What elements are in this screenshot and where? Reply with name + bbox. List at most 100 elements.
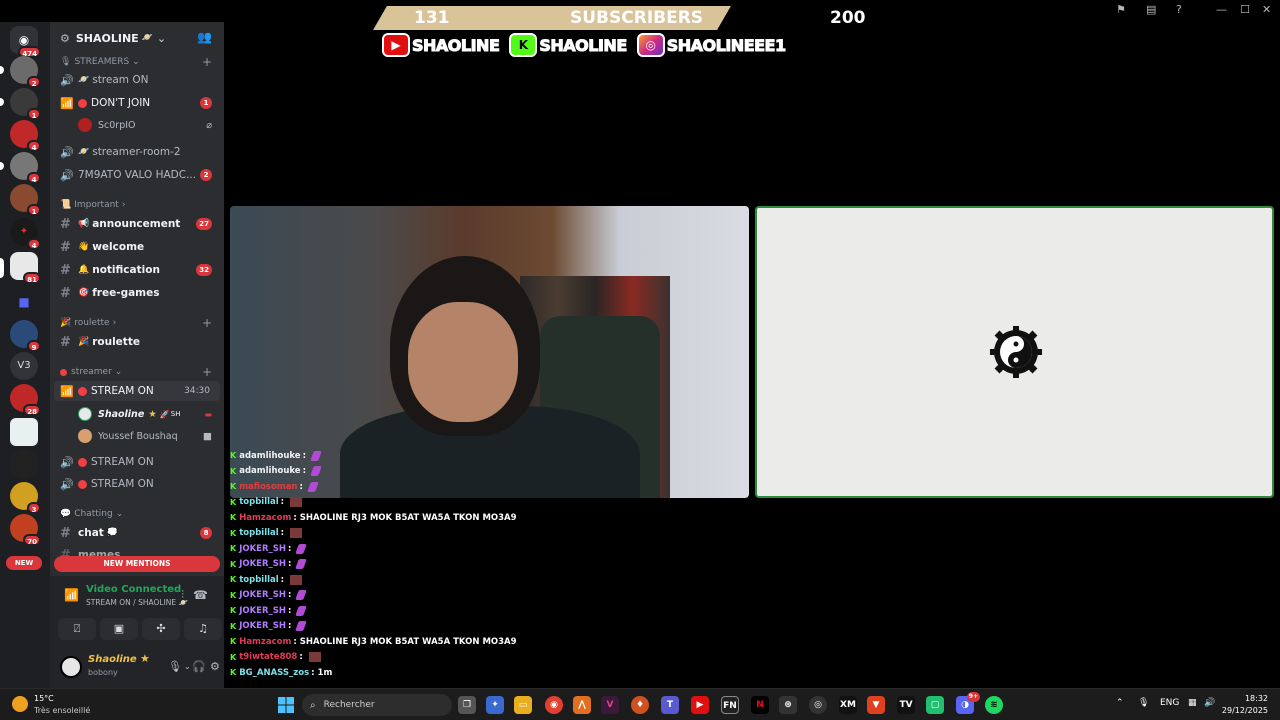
- text-channel-free-games[interactable]: # 🎯 free-games: [50, 283, 224, 303]
- app-icon-orange[interactable]: ⋀: [573, 696, 591, 714]
- minimize-icon[interactable]: —: [1216, 3, 1227, 16]
- server-badge: 9: [27, 340, 41, 352]
- text-channel-notification[interactable]: # 🔔 notification 32: [50, 260, 224, 280]
- discord-taskbar-icon[interactable]: ◑ 9+: [956, 692, 980, 714]
- server-icon-12[interactable]: 70: [10, 514, 41, 546]
- category-roulette[interactable]: 🎉 roulette › +: [50, 313, 224, 333]
- category-streamer[interactable]: streamer ⌄ +: [50, 362, 224, 382]
- server-icon-5[interactable]: 1: [10, 184, 41, 216]
- camera-toggle-button[interactable]: ⍁: [58, 618, 96, 640]
- noise-suppression-icon[interactable]: ⫶: [181, 588, 184, 602]
- server-icon-10[interactable]: [10, 450, 38, 478]
- screen-share-tile[interactable]: [755, 206, 1274, 498]
- server-v3[interactable]: V3: [10, 352, 38, 380]
- category-streamers[interactable]: 🎙 STREAMERS ⌄ +: [50, 52, 224, 72]
- text-channel-announcement[interactable]: # 📢 announcement 27: [50, 214, 224, 234]
- weather-desc[interactable]: Très ensoleillé: [34, 706, 90, 715]
- folder-icon[interactable]: ■: [10, 288, 38, 316]
- server-icon-7[interactable]: 9: [10, 320, 41, 352]
- voice-channel-stream-on[interactable]: 🔊 🪐 stream ON: [50, 70, 224, 90]
- weather-sun-icon[interactable]: [12, 696, 28, 712]
- voice-channel-stream-on-2[interactable]: 🔊 STREAM ON: [50, 452, 224, 472]
- server-icon-shaoline[interactable]: 81: [10, 252, 41, 284]
- server-header[interactable]: ⚙ SHAOLINE 🪐 ⌄ 👥: [50, 22, 224, 54]
- add-channel-icon[interactable]: +: [202, 365, 212, 379]
- chat-message: K JOKER_SH:: [230, 619, 308, 634]
- voice-channel-stream-on-3[interactable]: 🔊 STREAM ON: [50, 474, 224, 494]
- server-icon-8[interactable]: 28: [10, 384, 41, 416]
- premiere-icon[interactable]: V: [601, 696, 619, 714]
- voice-location[interactable]: STREAM ON / SHAOLINE 🪐: [86, 598, 188, 607]
- add-channel-icon[interactable]: +: [202, 55, 212, 69]
- spotify-icon[interactable]: ≋: [985, 696, 1003, 714]
- new-mentions-bar[interactable]: NEW MENTIONS: [54, 556, 220, 572]
- text-channel-chat[interactable]: # chat 💭 8: [50, 523, 224, 543]
- fn-app-icon[interactable]: FN: [721, 696, 739, 714]
- weather-temp[interactable]: 15°C: [34, 694, 54, 703]
- volume-icon[interactable]: 🔊: [1204, 698, 1215, 708]
- tradingview-icon[interactable]: TV: [897, 696, 915, 714]
- server-icon-3[interactable]: 4: [10, 120, 41, 152]
- tray-overflow-icon[interactable]: ⌃: [1116, 698, 1124, 708]
- voice-channel-valo[interactable]: 🔊 7M9ATO VALO HADC... 2: [50, 165, 224, 185]
- server-icon-2[interactable]: 1: [10, 88, 41, 120]
- text-channel-roulette[interactable]: # 🎉 roulette: [50, 332, 224, 352]
- disconnect-icon[interactable]: ☎: [193, 588, 208, 602]
- system-clock[interactable]: 18:32 29/12/2025: [1222, 693, 1268, 717]
- chat-colon: :: [293, 636, 297, 647]
- help-icon[interactable]: ?: [1176, 3, 1182, 16]
- taskbar-search[interactable]: ⌕ Rechercher: [302, 694, 452, 716]
- soundboard-button[interactable]: ♫: [184, 618, 222, 640]
- voice-user-shaoline[interactable]: Shaoline ★ 🚀 SH ▬: [50, 404, 224, 424]
- steam-icon[interactable]: ⊛: [779, 696, 797, 714]
- voice-channel-stream-on-live[interactable]: 📶 STREAM ON 34:30: [54, 381, 220, 401]
- voice-user-sc0rpio[interactable]: Sc0rpIO ⌀: [50, 115, 224, 135]
- network-icon[interactable]: ▦: [1188, 698, 1197, 708]
- category-important[interactable]: 📜 Important ›: [50, 195, 224, 215]
- discord-home-button[interactable]: ◉ 474: [10, 26, 41, 58]
- server-icon-11[interactable]: 3: [10, 482, 41, 514]
- category-chatting[interactable]: 💬 Chatting ⌄: [50, 504, 224, 524]
- settings-gear-icon[interactable]: ⚙: [210, 660, 220, 673]
- chrome-icon[interactable]: ◉: [545, 696, 563, 714]
- hash-icon: #: [60, 334, 71, 350]
- server-icon-9[interactable]: [10, 418, 38, 446]
- signal-icon[interactable]: 📶: [64, 588, 79, 602]
- copilot-icon[interactable]: ✦: [486, 696, 504, 714]
- xm-app-icon[interactable]: XM: [839, 696, 857, 714]
- inbox-icon[interactable]: ▤: [1146, 3, 1156, 16]
- my-username[interactable]: Shaoline: [88, 654, 137, 665]
- close-icon[interactable]: ✕: [1262, 3, 1271, 16]
- headphones-icon[interactable]: 🎧: [192, 660, 206, 673]
- netflix-icon[interactable]: N: [751, 696, 769, 714]
- brave-icon[interactable]: ▼: [867, 696, 885, 714]
- task-view-icon[interactable]: ❐: [458, 696, 476, 714]
- teams-icon[interactable]: T: [661, 696, 679, 714]
- windows-start-icon[interactable]: [278, 697, 294, 713]
- add-friend-icon[interactable]: 👥: [197, 30, 212, 44]
- voice-user-youssef[interactable]: Youssef Boushaq ■: [50, 426, 224, 446]
- language-indicator[interactable]: ENG: [1160, 698, 1179, 708]
- avatar[interactable]: [60, 656, 82, 678]
- maximize-icon[interactable]: ☐: [1240, 3, 1250, 16]
- microphone-icon[interactable]: 🎙: [168, 660, 182, 673]
- add-channel-icon[interactable]: +: [202, 316, 212, 330]
- new-unreads-pill[interactable]: NEW: [6, 556, 42, 570]
- file-explorer-icon[interactable]: ▭: [514, 696, 532, 714]
- activities-button[interactable]: ✣: [142, 618, 180, 640]
- chevron-down-icon[interactable]: ⌄: [184, 662, 191, 671]
- server-icon-6[interactable]: ✦ 4: [10, 218, 41, 250]
- text-channel-welcome[interactable]: # 👋 welcome: [50, 237, 224, 257]
- screen-share-button[interactable]: ▣: [100, 618, 138, 640]
- app-icon-flame[interactable]: ♦: [631, 696, 649, 714]
- voice-channel-dont-join[interactable]: 📶 DON'T JOIN 1: [50, 93, 224, 113]
- app-icon-green[interactable]: ▢: [926, 696, 944, 714]
- microphone-icon[interactable]: 🎙: [1138, 698, 1149, 708]
- flag-icon[interactable]: ⚑: [1116, 3, 1126, 16]
- server-icon-4[interactable]: 4: [10, 152, 41, 184]
- voice-channel-streamer-room-2[interactable]: 🔊 🪐 streamer-room-2: [50, 142, 224, 162]
- voice-status[interactable]: Video Connected: [86, 584, 181, 595]
- youtube-taskbar-icon[interactable]: ▶: [691, 696, 709, 714]
- obs-icon[interactable]: ◎: [809, 696, 827, 714]
- server-icon-1[interactable]: 2: [10, 56, 41, 88]
